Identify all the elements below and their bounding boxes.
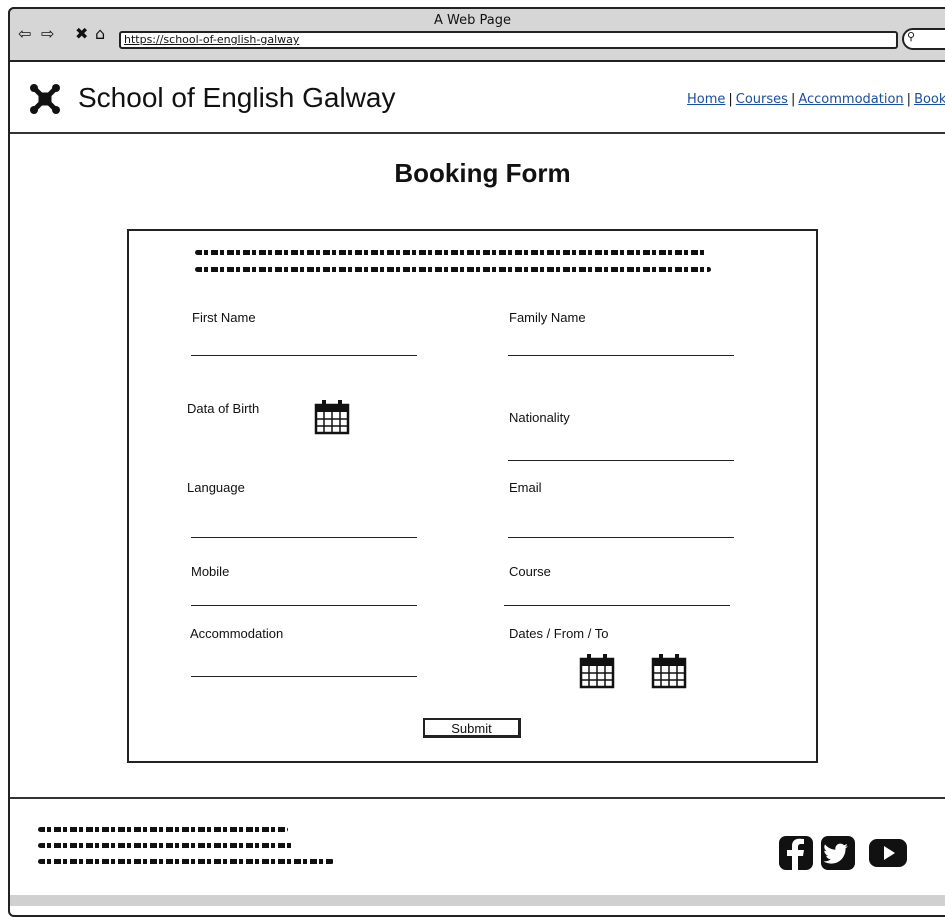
first-name-label: First Name (192, 310, 256, 325)
nav-home-link[interactable]: Home (687, 92, 725, 107)
accommodation-label: Accommodation (190, 626, 284, 641)
footer-text (38, 827, 288, 832)
site-header: School of English Galway Home | Courses | Ac… (10, 62, 945, 134)
nav-book-link[interactable]: Book (914, 92, 945, 107)
youtube-icon[interactable] (869, 836, 907, 870)
site-title: School of English Galway (78, 82, 396, 113)
url-input[interactable]: https://school-of-english-galway (119, 31, 898, 49)
family-name-input[interactable] (508, 355, 734, 356)
footer-text (38, 859, 334, 864)
home-icon[interactable]: ⌂ (95, 25, 105, 43)
mobile-input[interactable] (191, 605, 417, 606)
accommodation-input[interactable] (191, 676, 417, 677)
facebook-icon[interactable] (779, 836, 813, 870)
nationality-input[interactable] (508, 460, 734, 461)
form-intro-text (195, 267, 711, 272)
dob-label: Data of Birth (187, 401, 260, 416)
search-icon: ⚲ (907, 30, 916, 43)
date-to-calendar-icon[interactable] (651, 653, 687, 689)
dates-label: Dates / From / To (509, 626, 609, 641)
first-name-input[interactable] (191, 355, 417, 356)
nav-accommodation-link[interactable]: Accommodation (798, 92, 903, 107)
course-label: Course (509, 564, 551, 579)
footer-text (38, 843, 294, 848)
mobile-label: Mobile (191, 564, 230, 579)
logo-icon (30, 84, 60, 114)
forward-icon[interactable]: ⇨ (41, 25, 54, 43)
nationality-label: Nationality (509, 410, 570, 425)
form-intro-text (195, 250, 707, 255)
nav-courses-link[interactable]: Courses (736, 92, 788, 107)
browser-search[interactable]: ⚲ (902, 28, 945, 50)
main-nav: Home | Courses | Accommodation | Book (687, 92, 945, 107)
back-icon[interactable]: ⇦ (18, 25, 31, 43)
close-icon[interactable]: ✖ (75, 25, 88, 43)
language-label: Language (187, 480, 245, 495)
dob-calendar-icon[interactable] (314, 399, 350, 435)
email-label: Email (509, 480, 542, 495)
twitter-icon[interactable] (821, 836, 855, 870)
submit-button[interactable]: Submit (423, 718, 521, 738)
email-input[interactable] (508, 537, 734, 538)
course-input[interactable] (504, 605, 730, 606)
page-title: Booking Form (394, 158, 571, 188)
window-title: A Web Page (434, 13, 511, 28)
browser-status-bar (10, 895, 945, 906)
family-name-label: Family Name (509, 310, 586, 325)
date-from-calendar-icon[interactable] (579, 653, 615, 689)
language-input[interactable] (191, 537, 417, 538)
